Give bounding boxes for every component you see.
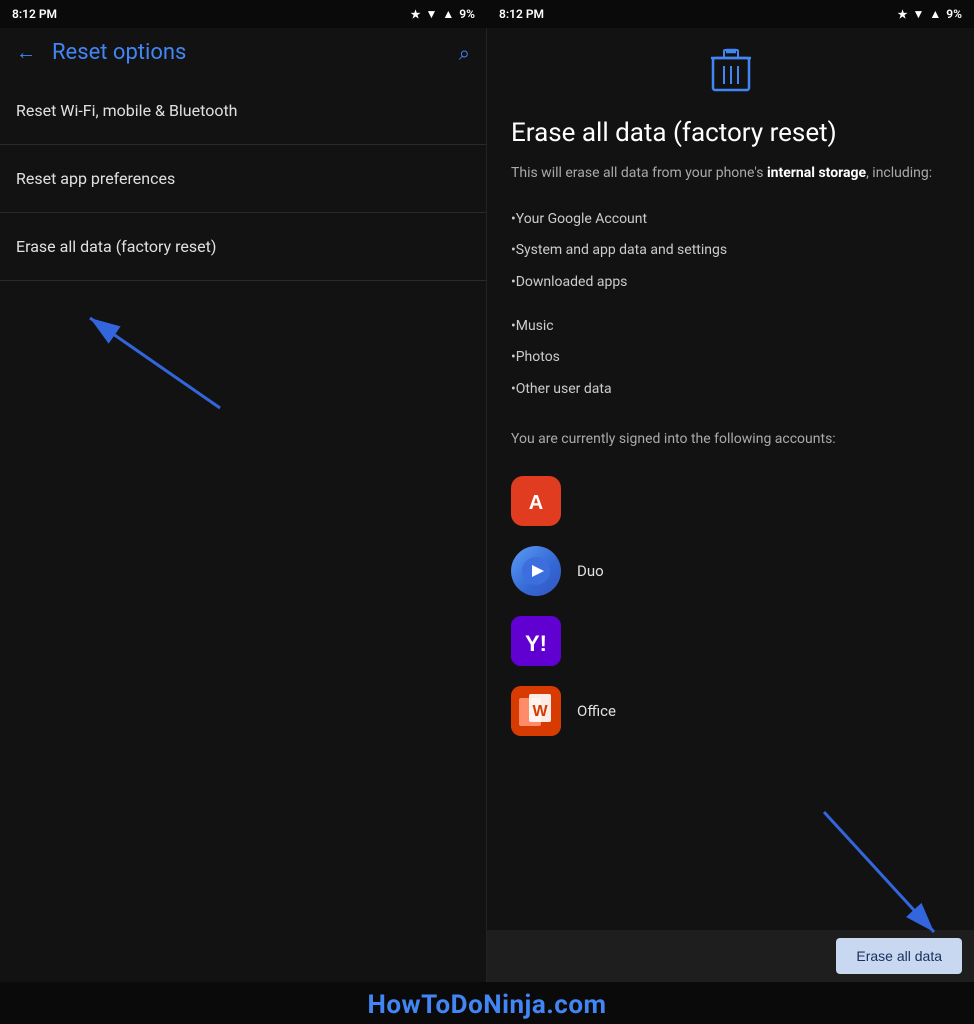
right-content: Erase all data (factory reset) This will…: [487, 28, 974, 930]
menu-item-app-prefs[interactable]: Reset app preferences: [0, 145, 486, 213]
accounts-section: You are currently signed into the follow…: [511, 429, 950, 746]
menu-item-factory-reset[interactable]: Erase all data (factory reset): [0, 213, 486, 281]
duo-icon: [511, 546, 561, 596]
accounts-label: You are currently signed into the follow…: [511, 429, 950, 450]
right-wifi-icon: ▼: [913, 7, 925, 21]
description-text: This will erase all data from your phone…: [511, 163, 950, 184]
data-item-2: •Downloaded apps: [511, 267, 950, 299]
trash-icon: [511, 48, 950, 101]
duo-label: Duo: [577, 562, 604, 580]
data-item-4: •Photos: [511, 342, 950, 374]
back-button[interactable]: ←: [16, 40, 36, 65]
data-item-3: •Music: [511, 311, 950, 343]
account-row-duo: Duo: [511, 536, 950, 606]
account-row-adobe: A: [511, 466, 950, 536]
erase-all-button[interactable]: Erase all data: [836, 938, 962, 974]
right-bluetooth-icon: ★: [898, 8, 908, 21]
left-wifi-icon: ▼: [426, 7, 438, 21]
erase-title: Erase all data (factory reset): [511, 117, 950, 151]
left-time: 8:12 PM: [12, 7, 57, 21]
left-battery: 9%: [459, 7, 475, 21]
page-title: Reset options: [52, 40, 186, 65]
svg-text:A: A: [529, 492, 543, 514]
office-icon: W: [511, 686, 561, 736]
data-items-list: •Your Google Account •System and app dat…: [511, 204, 950, 406]
right-battery: 9%: [946, 7, 962, 21]
right-signal-icon: ▲: [929, 7, 941, 21]
svg-text:W: W: [532, 703, 548, 720]
data-item-0: •Your Google Account: [511, 204, 950, 236]
account-row-office: W Office: [511, 676, 950, 746]
svg-text:Y!: Y!: [525, 631, 547, 656]
account-row-yahoo: Y!: [511, 606, 950, 676]
left-signal-icon: ▲: [442, 7, 454, 21]
search-button[interactable]: ⌕: [459, 41, 470, 65]
watermark: HowToDoNinja.com: [0, 982, 974, 1024]
toolbar: ← Reset options ⌕: [0, 28, 486, 77]
adobe-icon: A: [511, 476, 561, 526]
right-time: 8:12 PM: [499, 7, 544, 21]
bottom-bar: Erase all data: [487, 930, 974, 982]
office-label: Office: [577, 702, 616, 720]
yahoo-icon: Y!: [511, 616, 561, 666]
data-item-5: •Other user data: [511, 374, 950, 406]
left-bluetooth-icon: ★: [411, 8, 421, 21]
data-item-1: •System and app data and settings: [511, 235, 950, 267]
menu-item-wifi[interactable]: Reset Wi-Fi, mobile & Bluetooth: [0, 77, 486, 145]
